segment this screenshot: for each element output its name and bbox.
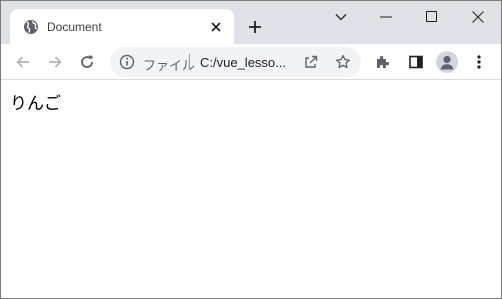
forward-button[interactable]: [42, 49, 68, 75]
address-divider: [189, 54, 190, 70]
chevron-down-icon: [335, 13, 347, 20]
address-scheme-label: ファイル: [143, 58, 196, 73]
address-bar[interactable]: ファイル C:/vue_lesso...: [110, 47, 361, 77]
close-icon: [472, 10, 484, 23]
address-url[interactable]: C:/vue_lesso...: [200, 55, 286, 70]
arrow-left-icon: [16, 56, 29, 68]
close-window-button[interactable]: [455, 1, 501, 32]
avatar: [436, 51, 458, 73]
maximize-icon: [426, 10, 437, 22]
tab-title: Document: [47, 20, 102, 34]
extensions-button[interactable]: [370, 49, 396, 75]
globe-icon: [23, 19, 39, 35]
reload-button[interactable]: [74, 49, 100, 75]
maximize-button[interactable]: [409, 1, 455, 32]
info-icon[interactable]: [119, 54, 135, 70]
browser-toolbar: ファイル C:/vue_lesso...: [1, 44, 501, 80]
new-tab-button[interactable]: [244, 16, 266, 38]
tab-document[interactable]: Document: [10, 9, 234, 44]
plus-icon: [249, 21, 261, 33]
tab-search-button[interactable]: [318, 1, 364, 32]
minimize-button[interactable]: [363, 1, 409, 32]
reload-icon: [81, 55, 93, 68]
arrow-right-icon: [49, 56, 62, 68]
browser-window: Document ファイル C:/vue_lesso... りんご: [0, 0, 502, 299]
share-icon[interactable]: [302, 53, 320, 71]
minimize-icon: [380, 16, 392, 17]
back-button[interactable]: [10, 49, 36, 75]
tab-close-icon[interactable]: [207, 18, 225, 36]
person-icon: [440, 55, 454, 70]
puzzle-icon: [377, 55, 390, 68]
side-panel-button[interactable]: [403, 49, 429, 75]
tab-strip: Document: [1, 1, 501, 44]
menu-button[interactable]: [466, 49, 492, 75]
bookmark-star-icon[interactable]: [334, 53, 352, 71]
side-panel-icon: [409, 55, 423, 69]
profile-button[interactable]: [434, 49, 460, 75]
page-text: りんご: [10, 94, 61, 114]
page-content: りんご: [1, 81, 501, 298]
more-vert-icon: [477, 55, 481, 69]
